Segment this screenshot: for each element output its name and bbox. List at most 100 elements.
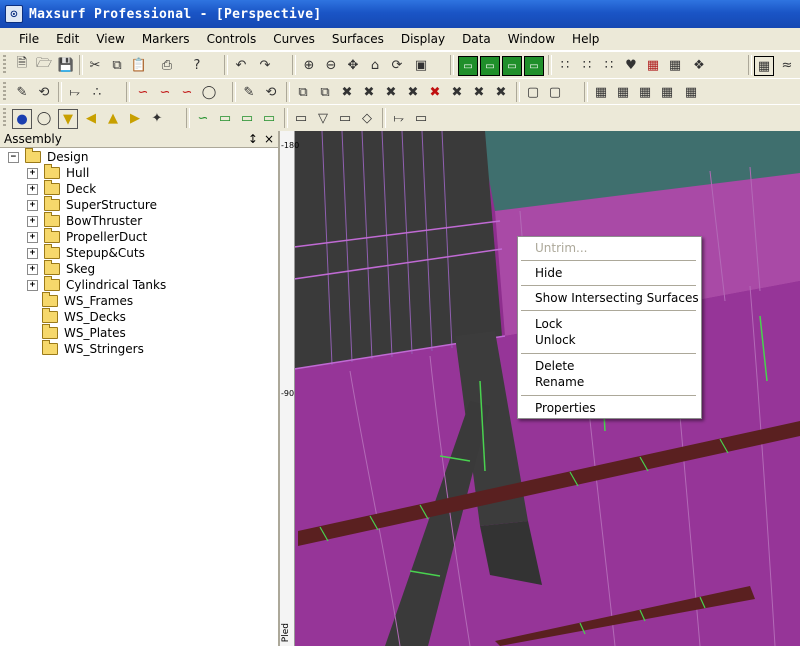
pan-icon[interactable]: ✥	[344, 56, 362, 74]
menu-item-hide[interactable]: Hide	[535, 266, 562, 280]
undo-icon[interactable]: ↶	[232, 56, 250, 74]
controls-grid-icon[interactable]: ∷	[578, 56, 596, 74]
surface-stack-icon[interactable]: ⧉	[316, 83, 334, 101]
copy-icon[interactable]: ⧉	[108, 56, 126, 74]
extend-icon[interactable]: ▦	[658, 83, 676, 101]
bounds-icon[interactable]: ▢	[524, 83, 542, 101]
expand-icon[interactable]: +	[27, 247, 38, 259]
line-icon[interactable]: ⥟	[66, 83, 84, 101]
paste-icon[interactable]: 📋	[130, 56, 148, 74]
view-plan-icon[interactable]: ▭	[458, 56, 478, 76]
cut-icon[interactable]: ✂	[86, 56, 104, 74]
rotate-icon[interactable]: ⟳	[388, 56, 406, 74]
view-body-icon[interactable]: ▭	[502, 56, 522, 76]
bounds2-icon[interactable]: ▢	[546, 83, 564, 101]
tree-node-skeg[interactable]: + Skeg	[27, 260, 95, 277]
redo-icon[interactable]: ↷	[256, 56, 274, 74]
shrink-icon[interactable]: ▣	[412, 56, 430, 74]
zoom-out-icon[interactable]: ⊖	[322, 56, 340, 74]
markers-grid-icon[interactable]: ∷	[556, 56, 574, 74]
menu-file[interactable]: File	[10, 32, 47, 46]
join-icon[interactable]: ▦	[636, 83, 654, 101]
diamond-icon[interactable]: ◇	[358, 109, 376, 127]
menu-controls[interactable]: Controls	[198, 32, 265, 46]
zoom-in-icon[interactable]: ⊕	[300, 56, 318, 74]
menu-view[interactable]: View	[87, 32, 132, 46]
collapse-icon[interactable]: −	[8, 151, 19, 163]
color-icon[interactable]: ❖	[690, 56, 708, 74]
light-icon[interactable]: ▼	[58, 109, 78, 129]
bond-icon[interactable]: ✖	[382, 83, 400, 101]
toolbar-grip[interactable]	[3, 82, 6, 102]
spline-red-icon[interactable]: ∽	[156, 83, 174, 101]
waterlines-icon[interactable]: ▭	[260, 109, 278, 127]
surface-tab-icon[interactable]: ▭	[412, 109, 430, 127]
view-profile-icon[interactable]: ▭	[480, 56, 500, 76]
node-red-icon[interactable]: ∽	[178, 83, 196, 101]
tree-node-stepupcuts[interactable]: + Stepup&Cuts	[27, 244, 145, 261]
maxsurf-icon[interactable]: ⊙	[5, 5, 23, 23]
view-perspective-icon[interactable]: ▭	[524, 56, 544, 76]
print-icon[interactable]: ⎙	[158, 56, 176, 74]
pen-icon[interactable]: ✎	[240, 83, 258, 101]
expand-icon[interactable]: +	[27, 183, 38, 195]
expand-icon[interactable]: +	[27, 199, 38, 211]
align-red-icon[interactable]: ✖	[426, 83, 444, 101]
menu-item-lock[interactable]: Lock	[535, 317, 562, 331]
open-folder-icon[interactable]: 🗁	[35, 56, 53, 74]
save-icon[interactable]: 💾	[57, 56, 75, 74]
group-icon[interactable]: ▦	[592, 83, 610, 101]
curvature-chart-icon[interactable]: ▦	[644, 56, 662, 74]
plate-icon[interactable]: ▭	[336, 109, 354, 127]
diagonal-icon[interactable]: ⥟	[390, 109, 408, 127]
stretch-icon[interactable]: ✖	[470, 83, 488, 101]
tree-node-ws-stringers[interactable]: WS_Stringers	[42, 340, 144, 357]
tree-node-propellerduct[interactable]: + PropellerDuct	[27, 228, 147, 245]
expand-icon[interactable]: +	[27, 215, 38, 227]
hull-block[interactable]	[294, 131, 502, 369]
toolbar-grip[interactable]	[3, 108, 6, 128]
buttocks-icon[interactable]: ▭	[238, 109, 256, 127]
reflect-icon[interactable]: ✖	[492, 83, 510, 101]
pencil-icon[interactable]: ✎	[13, 83, 31, 101]
menu-item-delete[interactable]: Delete	[535, 359, 574, 373]
tree-node-ws-frames[interactable]: WS_Frames	[42, 292, 133, 309]
menu-display[interactable]: Display	[392, 32, 453, 46]
spot-light-icon[interactable]: ✦	[148, 109, 166, 127]
arc2-icon[interactable]: ⟲	[262, 83, 280, 101]
heart-icon[interactable]: ♥	[622, 56, 640, 74]
curve-red-icon[interactable]: ∽	[134, 83, 152, 101]
home-view-icon[interactable]: ⌂	[366, 56, 384, 74]
select-net-icon[interactable]: ▦	[754, 56, 774, 76]
surface-copy-icon[interactable]: ⧉	[294, 83, 312, 101]
menu-markers[interactable]: Markers	[133, 32, 198, 46]
menu-edit[interactable]: Edit	[47, 32, 87, 46]
menu-item-unlock[interactable]: Unlock	[535, 333, 576, 347]
new-file-icon[interactable]: 🗎	[13, 56, 31, 74]
menu-help[interactable]: Help	[563, 32, 607, 46]
light-right-icon[interactable]: ▶	[126, 109, 144, 127]
funnel-icon[interactable]: ▽	[314, 109, 332, 127]
close-icon[interactable]: ×	[264, 132, 274, 146]
menu-item-properties[interactable]: Properties	[535, 401, 596, 415]
light-left-icon[interactable]: ◀	[82, 109, 100, 127]
light-top-icon[interactable]: ▲	[104, 109, 122, 127]
expand-icon[interactable]: +	[27, 167, 38, 179]
circle-icon[interactable]: ◯	[200, 83, 218, 101]
pin-icon[interactable]: ↕	[248, 132, 258, 146]
ruler-side-tab[interactable]: Pled	[281, 623, 291, 642]
table-icon[interactable]: ▦	[666, 56, 684, 74]
move-icon[interactable]: ✖	[404, 83, 422, 101]
expand-icon[interactable]: +	[27, 263, 38, 275]
menu-item-rename[interactable]: Rename	[535, 375, 584, 389]
wireframe-sphere-icon[interactable]: ◯	[35, 109, 53, 127]
menu-curves[interactable]: Curves	[264, 32, 323, 46]
curves-grid-icon[interactable]: ∷	[600, 56, 618, 74]
compact-icon[interactable]: ≈	[778, 56, 796, 74]
tree-node-superstructure[interactable]: + SuperStructure	[27, 196, 157, 213]
tree-node-ws-decks[interactable]: WS_Decks	[42, 308, 126, 325]
tree-node-cylindrical-tanks[interactable]: + Cylindrical Tanks	[27, 276, 166, 293]
menu-item-show-intersecting-surfaces[interactable]: Show Intersecting Surfaces	[535, 291, 699, 305]
toolbar-grip[interactable]	[3, 55, 6, 75]
arc-icon[interactable]: ⟲	[35, 83, 53, 101]
